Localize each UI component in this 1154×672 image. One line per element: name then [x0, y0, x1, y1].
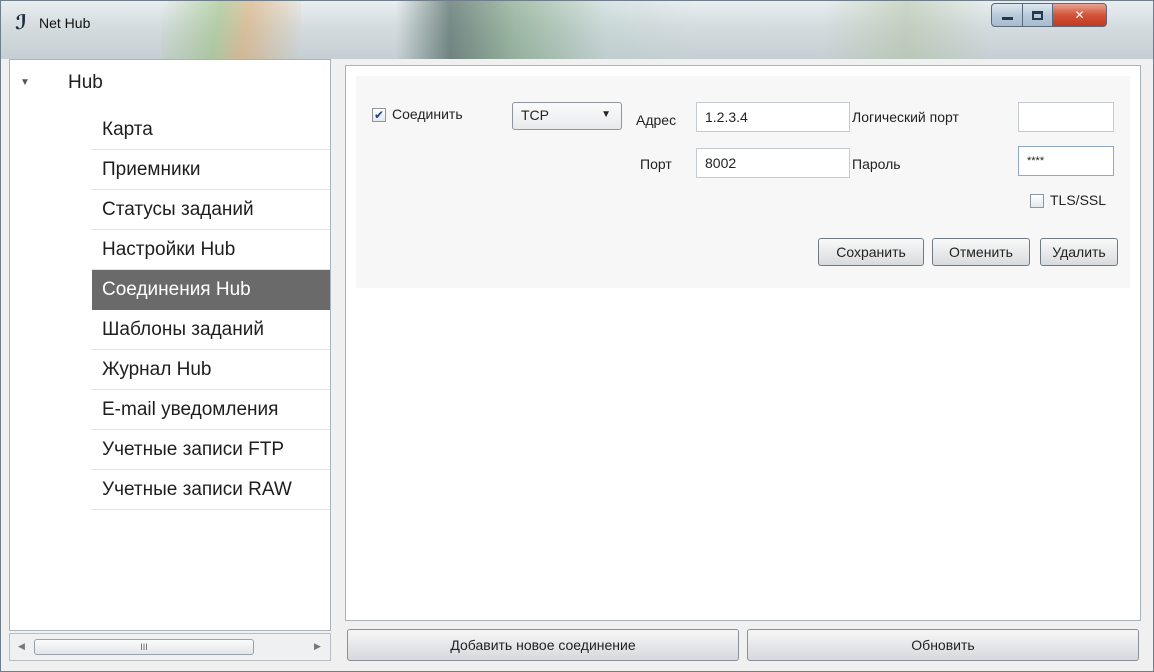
tree-item-job-statuses[interactable]: Статусы заданий — [92, 190, 330, 230]
window-controls: ✕ — [991, 3, 1107, 27]
protocol-select[interactable]: TCP ▼ — [512, 102, 622, 130]
logical-port-input[interactable] — [1018, 102, 1114, 132]
tree-item-hub-connections[interactable]: Соединения Hub — [92, 270, 330, 310]
scroll-right-icon[interactable]: ▶ — [314, 641, 321, 652]
maximize-icon — [1032, 10, 1043, 20]
password-label: Пароль — [852, 156, 901, 172]
navigation-tree: ▼ Hub Карта Приемники Статусы заданий На… — [9, 59, 331, 631]
connections-panel: ✔ Соединить TCP ▼ Адрес 1.2.3.4 Логическ… — [345, 65, 1141, 621]
refresh-button[interactable]: Обновить — [747, 629, 1139, 661]
collapse-arrow-icon[interactable]: ▼ — [20, 77, 30, 88]
tree-item-receivers[interactable]: Приемники — [92, 150, 330, 190]
tree-item-hub-log[interactable]: Журнал Hub — [92, 350, 330, 390]
tls-label: TLS/SSL — [1050, 192, 1107, 208]
tree-item-map[interactable]: Карта — [92, 110, 330, 150]
tree-horizontal-scrollbar[interactable]: ◀ III ▶ — [9, 633, 331, 661]
tree-items: Карта Приемники Статусы заданий Настройк… — [92, 110, 330, 510]
scrollbar-thumb[interactable]: III — [34, 639, 254, 655]
tree-root-label: Hub — [68, 72, 103, 93]
tree-item-hub-settings[interactable]: Настройки Hub — [92, 230, 330, 270]
window-title: Net Hub — [39, 15, 91, 31]
minimize-button[interactable] — [991, 3, 1023, 27]
address-input[interactable]: 1.2.3.4 — [696, 102, 850, 132]
tree-item-ftp-accounts[interactable]: Учетные записи FTP — [92, 430, 330, 470]
title-decoration — [821, 1, 991, 59]
tree-root-hub[interactable]: ▼ Hub — [10, 68, 330, 100]
close-button[interactable]: ✕ — [1053, 3, 1107, 27]
tls-checkbox[interactable] — [1030, 194, 1044, 208]
password-input[interactable]: **** — [1018, 146, 1114, 176]
app-window: ℐ Net Hub ✕ ▼ Hub Карта Приемники Статус… — [0, 0, 1154, 672]
close-icon: ✕ — [1074, 8, 1085, 22]
chevron-down-icon: ▼ — [601, 109, 611, 120]
title-bar[interactable]: ℐ Net Hub ✕ — [1, 1, 1153, 59]
port-input[interactable]: 8002 — [696, 148, 850, 178]
connect-label: Соединить — [392, 106, 463, 122]
port-label: Порт — [640, 156, 672, 172]
protocol-value: TCP — [521, 107, 549, 123]
cancel-button[interactable]: Отменить — [932, 238, 1030, 266]
add-connection-button[interactable]: Добавить новое соединение — [347, 629, 739, 661]
tree-item-job-templates[interactable]: Шаблоны заданий — [92, 310, 330, 350]
minimize-icon — [1001, 17, 1013, 20]
tree-item-email-notifications[interactable]: E-mail уведомления — [92, 390, 330, 430]
address-label: Адрес — [636, 112, 677, 128]
scrollbar-grip: III — [140, 642, 148, 652]
title-decoration — [161, 1, 301, 59]
connect-checkbox[interactable]: ✔ — [372, 108, 386, 122]
maximize-button[interactable] — [1023, 3, 1053, 27]
logical-port-label: Логический порт — [852, 109, 959, 125]
title-decoration — [396, 1, 696, 59]
connection-row: ✔ Соединить TCP ▼ Адрес 1.2.3.4 Логическ… — [356, 76, 1130, 288]
tree-item-raw-accounts[interactable]: Учетные записи RAW — [92, 470, 330, 510]
delete-button[interactable]: Удалить — [1040, 238, 1118, 266]
app-logo-icon: ℐ — [15, 12, 27, 34]
scroll-left-icon[interactable]: ◀ — [18, 641, 25, 652]
save-button[interactable]: Сохранить — [818, 238, 924, 266]
